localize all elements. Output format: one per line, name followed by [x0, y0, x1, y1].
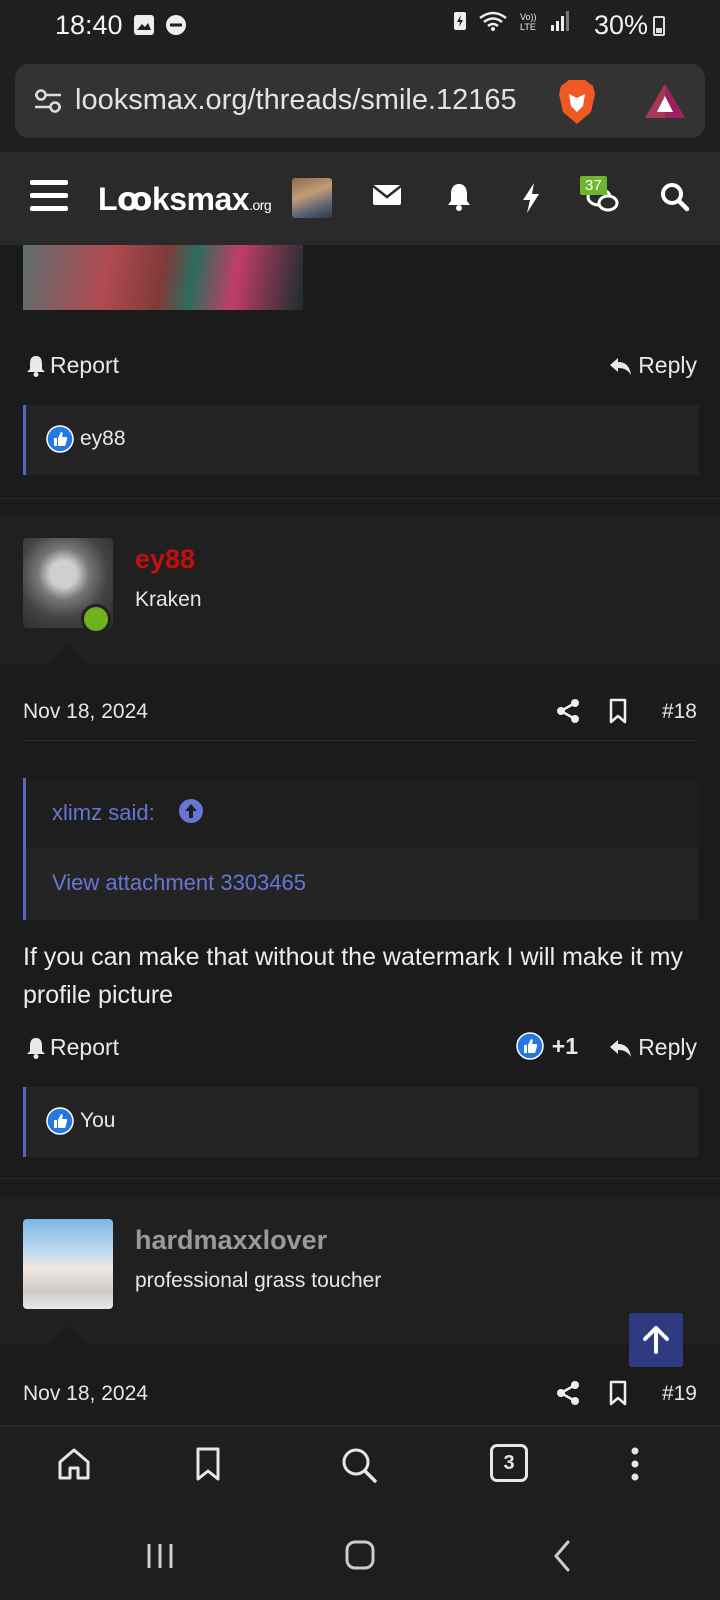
like-button[interactable]: +1: [516, 1032, 578, 1060]
gallery-icon: [134, 15, 154, 35]
username-link[interactable]: ey88: [135, 544, 195, 575]
reactions-text: You: [80, 1109, 116, 1132]
report-button[interactable]: Report: [26, 1034, 119, 1061]
reply-button[interactable]: Reply: [608, 1034, 697, 1061]
username-link[interactable]: hardmaxxlover: [135, 1225, 327, 1256]
tabs-button[interactable]: 3: [490, 1444, 528, 1482]
bell-icon: [27, 1037, 45, 1059]
post-actions: Report +1 Reply: [0, 1028, 720, 1068]
browser-toolbar: looksmax.org/threads/smile.12165: [0, 52, 720, 152]
battery-percent: 30%: [593, 10, 648, 40]
back-icon[interactable]: [552, 1540, 572, 1572]
post-separator: [0, 498, 720, 516]
wifi-icon: [479, 11, 507, 31]
meta-divider: [23, 740, 698, 741]
post-number[interactable]: #18: [662, 700, 697, 724]
more-menu-icon[interactable]: [630, 1446, 640, 1482]
share-icon[interactable]: [556, 698, 580, 724]
reactions-bar[interactable]: ey88: [23, 405, 698, 475]
post-separator: [0, 1178, 720, 1196]
battery-icon: [653, 16, 665, 36]
whats-new-bolt-icon[interactable]: [520, 182, 542, 214]
user-block-caret: [48, 1326, 88, 1346]
bookmark-icon[interactable]: [608, 1380, 628, 1406]
report-button[interactable]: Report: [26, 352, 119, 379]
post-meta: Nov 18, 2024 #19: [0, 1374, 720, 1414]
quote-header[interactable]: xlimz said:: [26, 778, 698, 848]
site-logo[interactable]: Lꝏksmax.org: [98, 180, 272, 218]
user-title: Kraken: [135, 588, 202, 611]
user-avatar[interactable]: [23, 1219, 113, 1309]
post-user-block: ey88 Kraken: [0, 516, 720, 665]
brave-shields-icon[interactable]: [555, 78, 599, 126]
user-title: professional grass toucher: [135, 1269, 382, 1292]
jump-to-quote-icon[interactable]: [178, 798, 204, 824]
conversations-badge: 37: [580, 176, 607, 195]
post-user-block: hardmaxxlover professional grass toucher: [0, 1197, 720, 1346]
url-text[interactable]: looksmax.org/threads/smile.12165: [75, 84, 535, 117]
alerts-bell-icon[interactable]: [446, 182, 472, 212]
reactions-text: ey88: [80, 427, 126, 450]
svg-text:LTE: LTE: [520, 22, 536, 32]
quote-block: xlimz said: View attachment 3303465: [23, 778, 698, 920]
post-actions: Report Reply: [0, 346, 720, 386]
like-reaction-icon: [516, 1032, 544, 1060]
status-right-icons: Vo)) LTE: [452, 10, 570, 32]
post-number[interactable]: #19: [662, 1382, 697, 1406]
status-left-icons: [133, 14, 187, 36]
post-body: If you can make that without the waterma…: [23, 943, 683, 1009]
online-status-indicator: [81, 604, 111, 634]
browser-bottom-toolbar: 3: [0, 1425, 720, 1510]
reactions-bar[interactable]: You: [23, 1087, 698, 1157]
reply-arrow-icon: [610, 1039, 632, 1057]
like-reaction-icon: [46, 425, 74, 453]
home-icon[interactable]: [56, 1446, 92, 1482]
volte-icon: Vo))LTE: [520, 12, 537, 32]
user-block-caret: [48, 645, 88, 665]
status-bar: 18:40 Vo)) LTE 30%: [0, 0, 720, 52]
address-bar[interactable]: looksmax.org/threads/smile.12165: [15, 64, 705, 138]
bookmark-icon[interactable]: [608, 698, 628, 724]
battery-saver-icon: [454, 12, 466, 30]
site-settings-icon[interactable]: [33, 88, 63, 114]
post-date[interactable]: Nov 18, 2024: [23, 1382, 148, 1406]
account-avatar[interactable]: [292, 178, 332, 218]
inbox-icon[interactable]: [372, 182, 402, 208]
reply-button[interactable]: Reply: [608, 352, 697, 379]
status-time: 18:40: [55, 10, 123, 40]
do-not-disturb-icon: [166, 15, 186, 35]
scroll-to-top-button[interactable]: [629, 1313, 683, 1367]
bell-icon: [27, 355, 45, 377]
svg-text:Vo)): Vo)): [520, 12, 537, 22]
like-count: +1: [551, 1032, 578, 1059]
attachment-image[interactable]: [23, 245, 303, 310]
reply-arrow-icon: [610, 357, 632, 375]
site-header: Lꝏksmax.org 37: [0, 152, 720, 245]
home-button-icon[interactable]: [345, 1540, 375, 1570]
share-icon[interactable]: [556, 1380, 580, 1406]
arrow-up-icon: [643, 1326, 669, 1354]
post-meta: Nov 18, 2024 #18: [0, 692, 720, 732]
bookmarks-icon[interactable]: [194, 1446, 222, 1482]
post-date[interactable]: Nov 18, 2024: [23, 700, 148, 724]
attachment-link[interactable]: View attachment 3303465: [52, 870, 306, 896]
search-icon[interactable]: [660, 182, 690, 212]
system-navigation-bar: [0, 1510, 720, 1600]
signal-icon: [551, 11, 569, 31]
quote-author[interactable]: xlimz said:: [52, 800, 155, 826]
search-icon[interactable]: [340, 1446, 378, 1484]
recent-apps-icon[interactable]: [145, 1542, 175, 1570]
like-reaction-icon: [46, 1107, 74, 1135]
menu-icon[interactable]: [30, 180, 68, 214]
rewards-icon[interactable]: [643, 82, 687, 120]
